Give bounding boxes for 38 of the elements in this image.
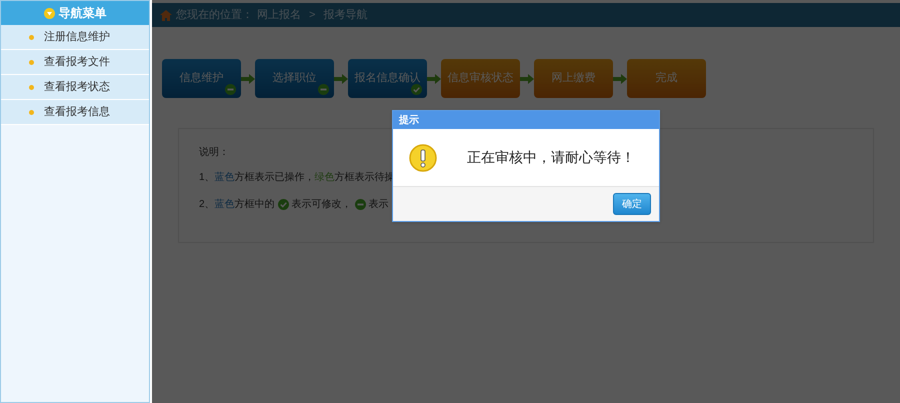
note-text: 表示 bbox=[368, 198, 389, 212]
note-text: 蓝色 bbox=[214, 198, 235, 212]
arrow-icon bbox=[241, 74, 255, 84]
sidebar-item[interactable]: 查看报考文件 bbox=[1, 50, 149, 75]
dialog-message: 正在审核中，请耐心等待！ bbox=[467, 148, 635, 167]
bullet-icon bbox=[29, 34, 34, 40]
sidebar-title: 导航菜单 bbox=[58, 5, 106, 22]
check-icon bbox=[278, 199, 289, 210]
warning-icon bbox=[409, 144, 437, 172]
arrow-icon bbox=[613, 74, 627, 84]
sidebar-item[interactable]: 注册信息维护 bbox=[1, 25, 149, 50]
sidebar-item[interactable]: 查看报考信息 bbox=[1, 100, 149, 125]
note-text: 2、 bbox=[199, 199, 215, 212]
step-box: 信息维护 bbox=[162, 59, 241, 98]
step-box: 网上缴费 bbox=[534, 59, 613, 98]
arrow-icon bbox=[427, 74, 441, 84]
caret-down-icon bbox=[44, 8, 54, 18]
note-text: 方框中的 bbox=[234, 198, 275, 212]
note-text: 方框表示已操作， bbox=[234, 170, 315, 185]
note-text: 蓝色 bbox=[214, 170, 235, 185]
notes-title: 说明： bbox=[199, 147, 229, 158]
breadcrumb-separator: > bbox=[309, 8, 316, 23]
note-text: 绿色 bbox=[314, 172, 335, 185]
step-box: 选择职位 bbox=[255, 59, 334, 98]
step-box: 完成 bbox=[627, 59, 706, 98]
minus-icon bbox=[354, 199, 366, 210]
note-text: 表示可修改， bbox=[292, 198, 352, 212]
step-box: 信息审核状态 bbox=[441, 59, 520, 98]
note-text: 1、 bbox=[199, 172, 215, 185]
sidebar-item[interactable]: 查看报考状态 bbox=[1, 75, 149, 100]
dialog-title: 提示 bbox=[399, 114, 419, 128]
bullet-icon bbox=[29, 110, 34, 114]
bullet-icon bbox=[29, 84, 34, 90]
home-icon bbox=[160, 10, 172, 20]
step-box: 报名信息确认 bbox=[348, 59, 427, 98]
arrow-icon bbox=[334, 74, 348, 84]
bullet-icon bbox=[29, 60, 34, 64]
arrow-icon bbox=[520, 74, 534, 84]
